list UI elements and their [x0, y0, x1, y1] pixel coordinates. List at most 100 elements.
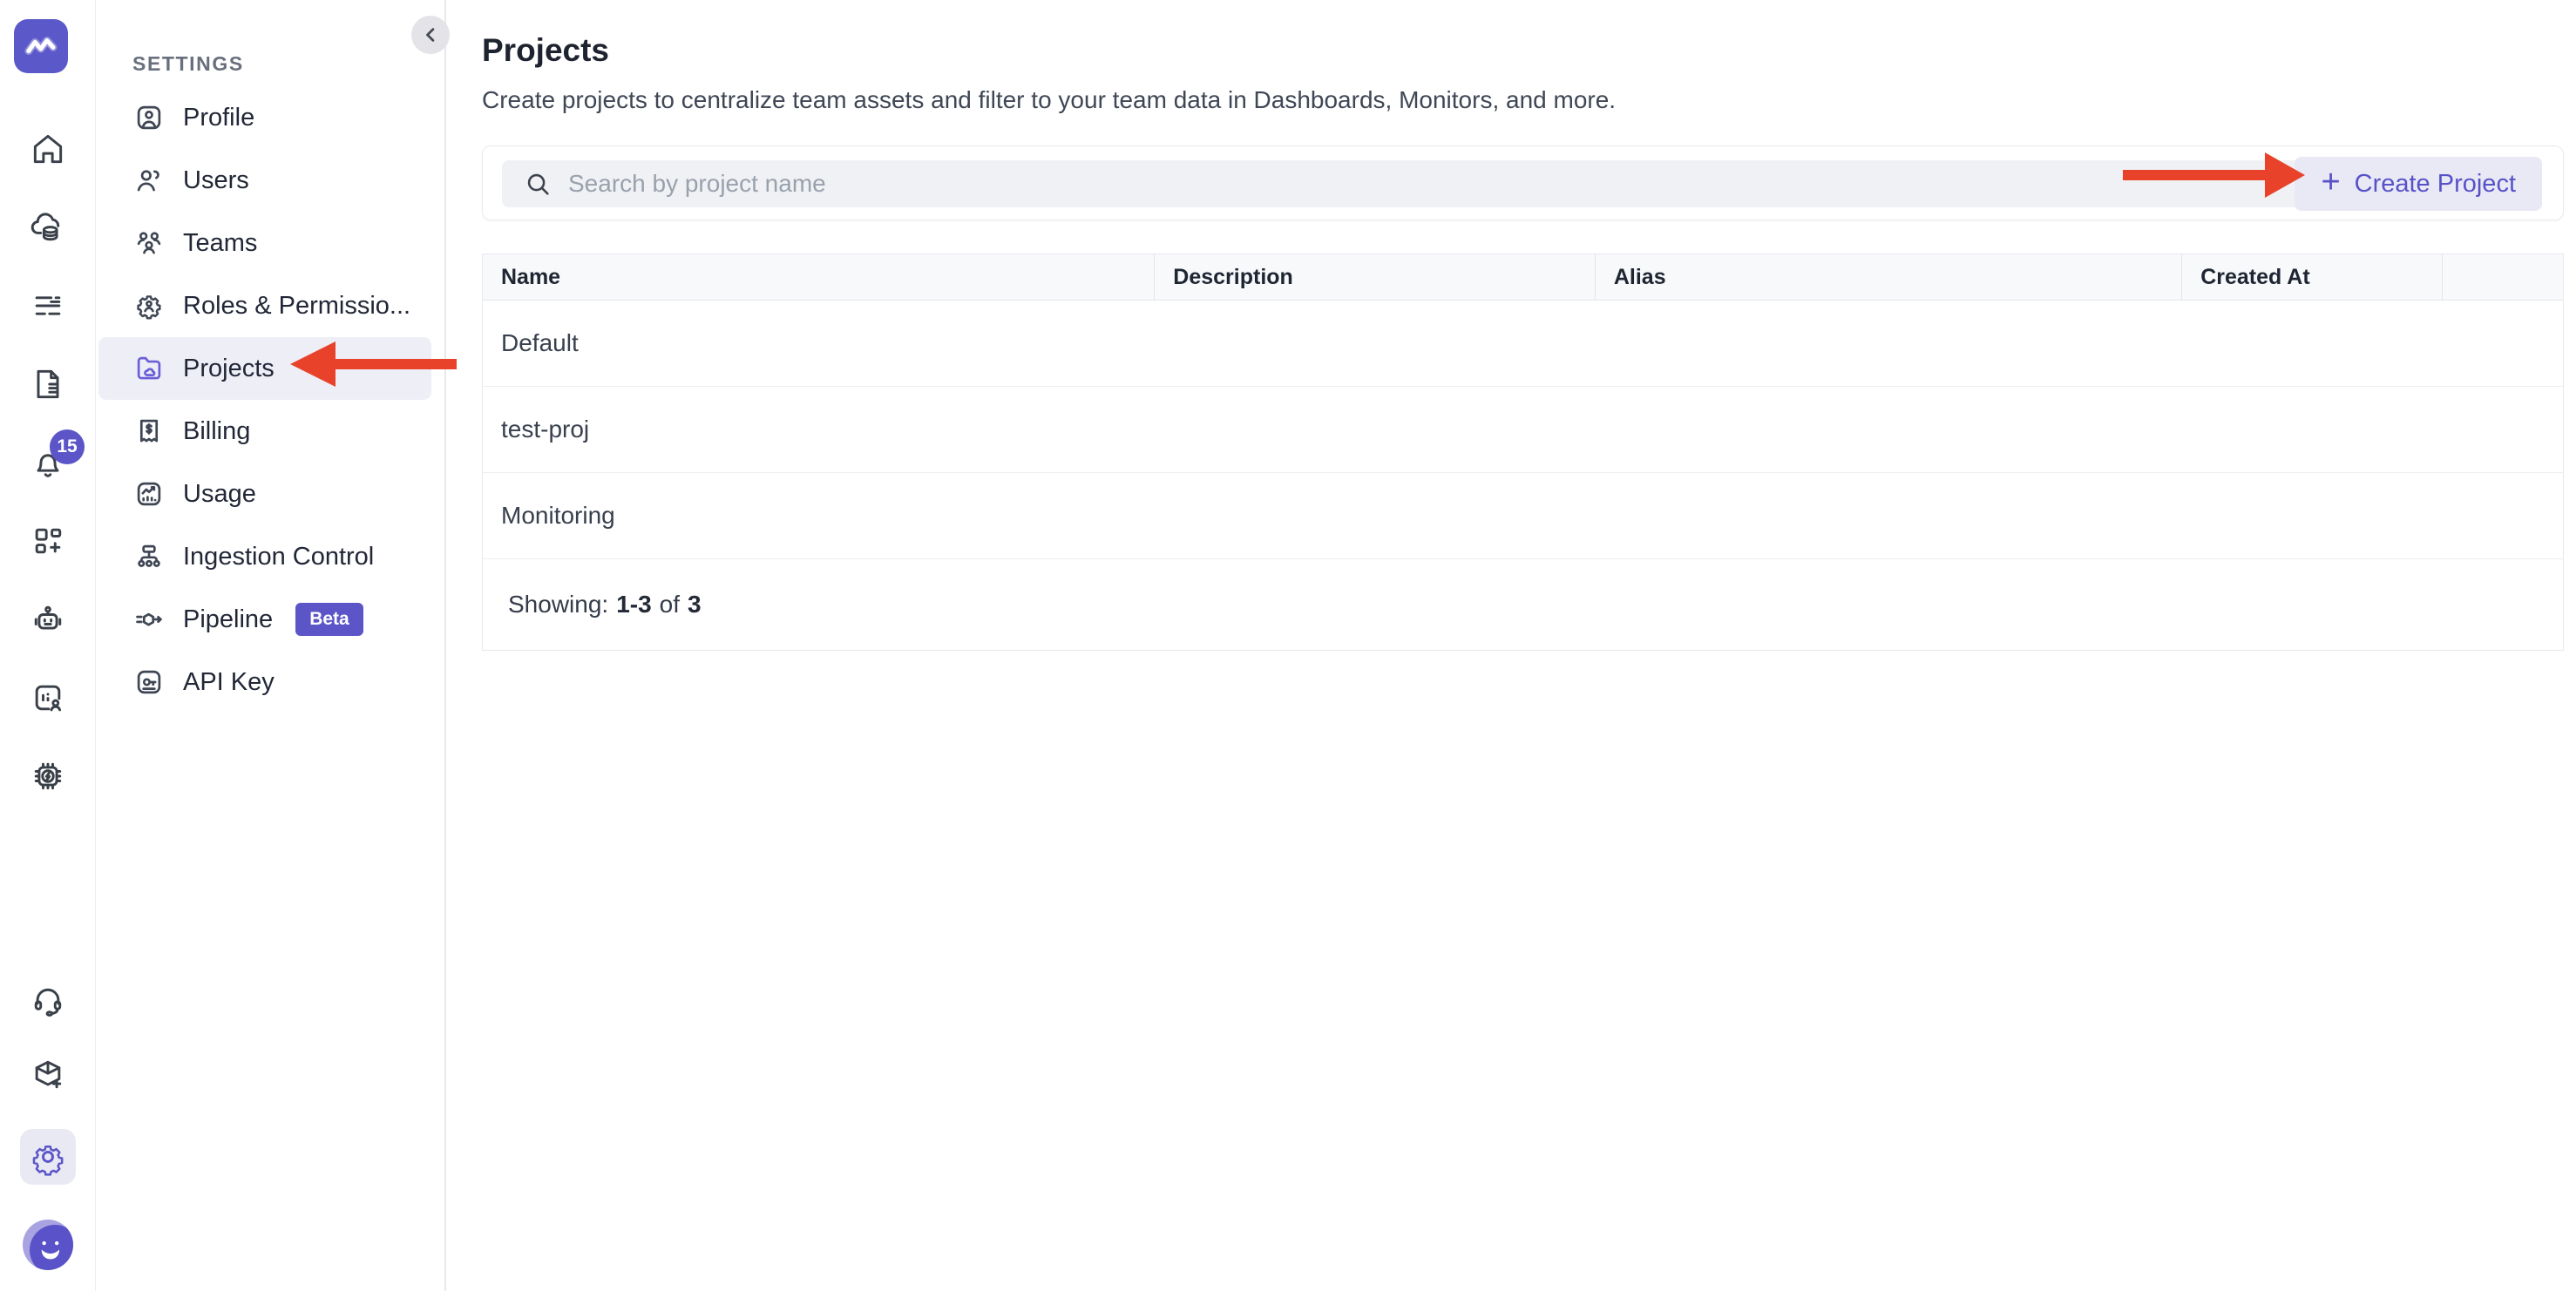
- search-input[interactable]: [568, 170, 2224, 198]
- main-content: Projects Create projects to centralize t…: [446, 0, 2576, 1291]
- create-project-label: Create Project: [2354, 169, 2516, 198]
- cell-created-at: [2181, 387, 2442, 472]
- rail-item-install-integration[interactable]: [29, 1056, 67, 1094]
- sidebar-item-label: Ingestion Control: [183, 542, 375, 571]
- sidebar-item-label: Billing: [183, 416, 251, 445]
- showing-of: of: [659, 591, 681, 618]
- profile-icon: [137, 105, 161, 130]
- users-icon: [137, 170, 159, 192]
- teams-icon: [137, 232, 161, 254]
- cell-alias: [1595, 473, 2181, 558]
- sidebar-item-label: Teams: [183, 228, 258, 257]
- dashboard-add-icon: [35, 528, 62, 554]
- rail-item-rum[interactable]: [29, 679, 67, 717]
- sidebar-item-usage[interactable]: Usage: [98, 463, 431, 525]
- middleware-logo-icon: [24, 37, 58, 55]
- app-window: 15 SETTINGS Profile Users Teams Roles & …: [0, 0, 2576, 1291]
- pagination-status: Showing: 1-3 of 3: [483, 559, 2563, 650]
- rail-item-home[interactable]: [29, 130, 67, 168]
- page-title: Projects: [482, 32, 610, 68]
- table-row[interactable]: test-proj: [483, 387, 2563, 473]
- billing-receipt-icon: [139, 419, 159, 443]
- table-header-row: Name Description Alias Created At: [483, 254, 2563, 301]
- plus-icon: +: [2321, 164, 2341, 200]
- cell-name: test-proj: [501, 416, 590, 443]
- search-toolbar-card: + Create Project: [482, 145, 2564, 220]
- settings-gear-icon: [32, 1145, 64, 1176]
- cell-actions: [2442, 301, 2563, 386]
- sidebar-item-label: Usage: [183, 479, 256, 508]
- home-icon: [33, 134, 63, 164]
- sidebar-item-label: API Key: [183, 667, 275, 696]
- cell-alias: [1595, 387, 2181, 472]
- rail-item-dashboards[interactable]: [29, 522, 67, 560]
- sidebar-item-api-key[interactable]: API Key: [98, 651, 431, 713]
- rail-item-infrastructure[interactable]: [29, 208, 67, 247]
- sidebar-item-label: Profile: [183, 103, 255, 132]
- beta-badge: Beta: [295, 603, 363, 636]
- sidebar-item-roles-permissions[interactable]: Roles & Permissio...: [98, 274, 431, 337]
- table-row[interactable]: Default: [483, 301, 2563, 387]
- table-row[interactable]: Monitoring: [483, 473, 2563, 559]
- column-header-name[interactable]: Name: [483, 254, 1154, 300]
- rail-primary-group: 15: [0, 130, 96, 795]
- projects-table: Name Description Alias Created At Defaul…: [482, 253, 2564, 651]
- rail-item-ai-assistant[interactable]: [29, 600, 67, 639]
- icon-rail: 15: [0, 0, 96, 1291]
- sidebar-item-ingestion-control[interactable]: Ingestion Control: [98, 525, 431, 588]
- column-header-actions: [2442, 254, 2563, 300]
- settings-heading: SETTINGS: [132, 52, 244, 75]
- settings-nav-list: Profile Users Teams Roles & Permissio...…: [96, 86, 444, 713]
- sidebar-item-billing[interactable]: Billing: [98, 400, 431, 463]
- search-icon: [527, 173, 549, 195]
- api-key-icon: [137, 670, 161, 694]
- cell-alias: [1595, 301, 2181, 386]
- sidebar-item-users[interactable]: Users: [98, 149, 431, 212]
- chevron-left-icon: [426, 28, 435, 42]
- filter-lines-icon: [35, 296, 61, 315]
- ai-bot-icon: [34, 605, 62, 630]
- roles-permissions-icon: [137, 295, 161, 320]
- pipeline-icon: [136, 612, 162, 626]
- column-header-alias[interactable]: Alias: [1594, 254, 2181, 300]
- sidebar-collapse-button[interactable]: [411, 16, 450, 54]
- sidebar-item-projects[interactable]: Projects: [98, 337, 431, 400]
- support-headset-icon: [34, 988, 62, 1017]
- install-box-icon: [35, 1060, 62, 1089]
- sidebar-item-label: Roles & Permissio...: [183, 291, 411, 320]
- user-avatar[interactable]: [23, 1220, 73, 1270]
- sidebar-item-teams[interactable]: Teams: [98, 212, 431, 274]
- rail-item-queries[interactable]: [29, 287, 67, 325]
- rail-item-alerts[interactable]: 15: [29, 429, 85, 482]
- cell-actions: [2442, 473, 2563, 558]
- column-header-created-at[interactable]: Created At: [2181, 254, 2442, 300]
- cell-actions: [2442, 387, 2563, 472]
- search-field[interactable]: [502, 160, 2319, 207]
- cell-name: Default: [501, 329, 579, 356]
- cell-description: [1154, 473, 1595, 558]
- settings-sidebar: SETTINGS Profile Users Teams Roles & Per…: [96, 0, 446, 1291]
- page-description: Create projects to centralize team asset…: [482, 86, 1617, 113]
- rum-monitor-icon: [35, 685, 62, 712]
- sidebar-item-profile[interactable]: Profile: [98, 86, 431, 149]
- rail-item-agents[interactable]: [29, 757, 67, 795]
- sidebar-item-pipeline[interactable]: Pipeline Beta: [98, 588, 431, 651]
- rail-item-support[interactable]: [29, 983, 67, 1021]
- sidebar-item-label: Users: [183, 166, 249, 194]
- rail-item-logs[interactable]: [29, 365, 67, 403]
- cell-created-at: [2181, 473, 2442, 558]
- rail-item-settings[interactable]: [20, 1129, 76, 1185]
- processor-chip-icon: [34, 762, 62, 790]
- sidebar-item-label: Pipeline: [183, 605, 274, 633]
- cell-created-at: [2181, 301, 2442, 386]
- avatar-smiley-icon: [41, 1240, 60, 1260]
- ingestion-control-icon: [138, 544, 160, 567]
- column-header-description[interactable]: Description: [1154, 254, 1595, 300]
- cell-name: Monitoring: [501, 502, 615, 529]
- logs-document-icon: [37, 369, 59, 399]
- notification-count-badge: 15: [50, 429, 85, 464]
- cell-description: [1154, 387, 1595, 472]
- app-logo[interactable]: [14, 19, 68, 73]
- rail-bottom-group: [0, 983, 96, 1270]
- create-project-button[interactable]: + Create Project: [2295, 157, 2542, 211]
